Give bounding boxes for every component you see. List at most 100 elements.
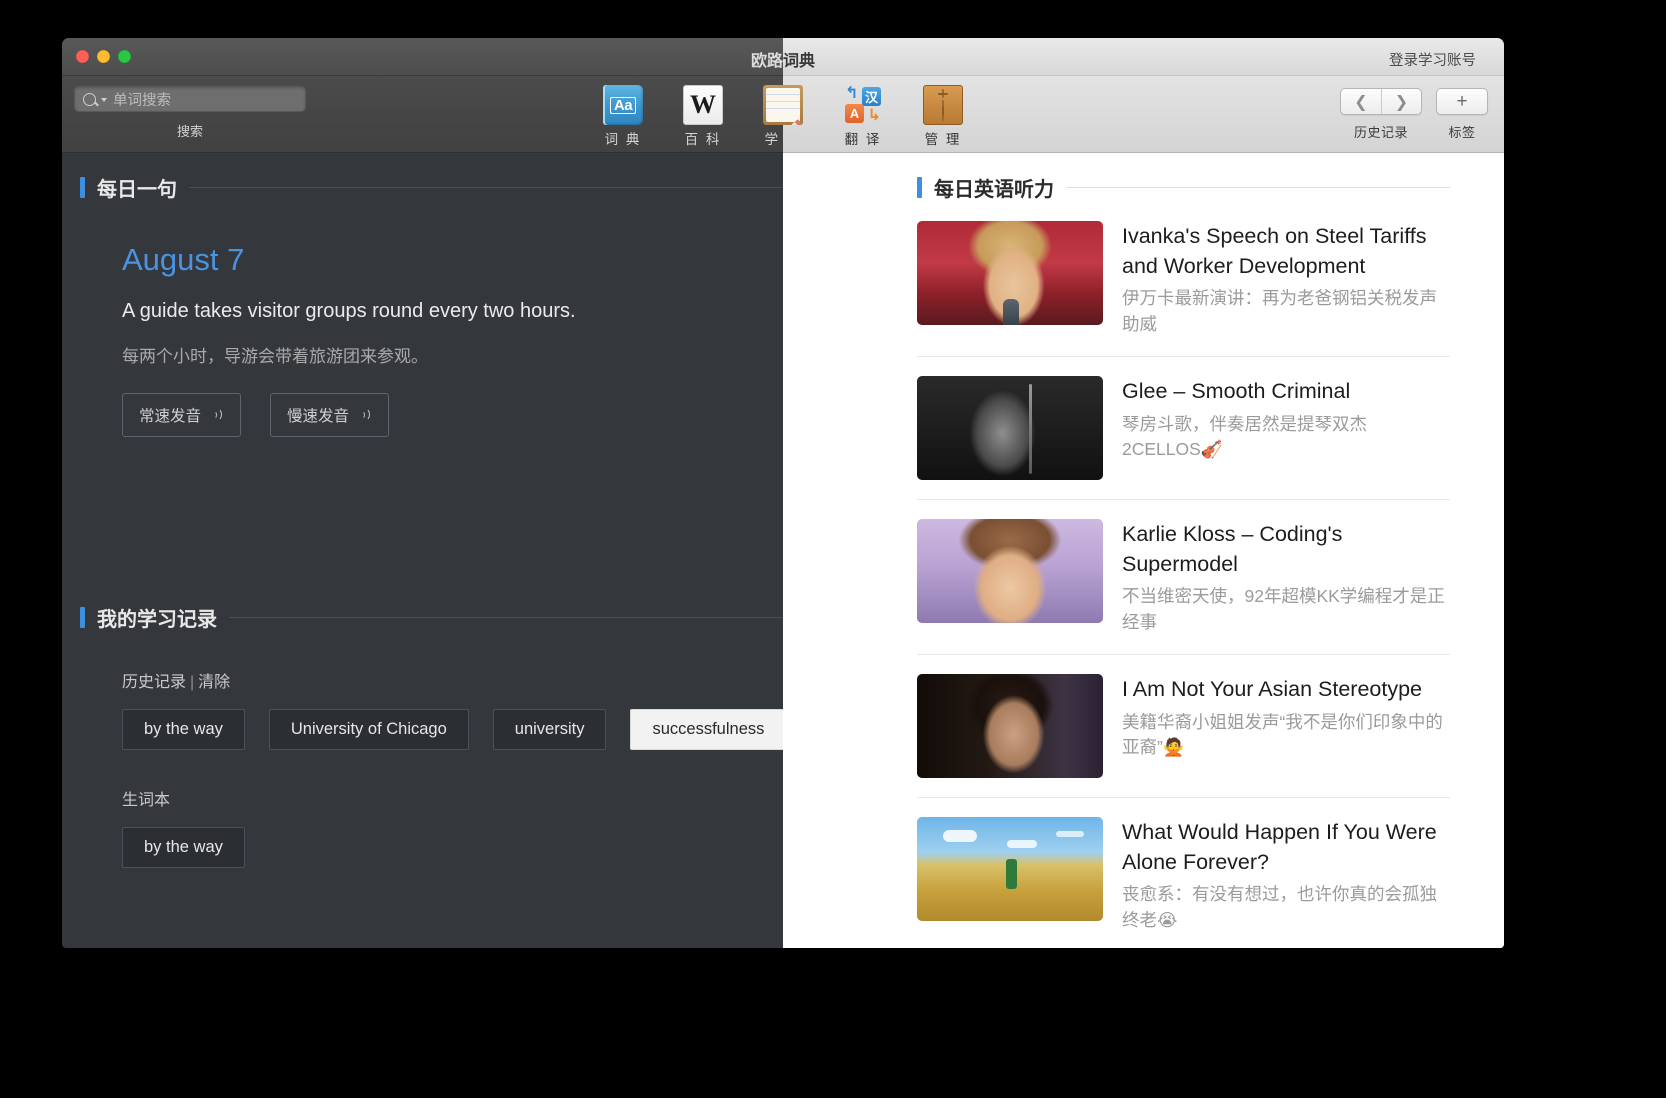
list-item[interactable]: Karlie Kloss – Coding's Supermodel 不当维密天…	[917, 500, 1450, 655]
add-tab-button[interactable]: +	[1436, 88, 1488, 115]
cabinet-drawer-bottom	[942, 100, 944, 121]
search-label: 搜索	[74, 121, 306, 140]
daily-listening-header: 每日英语听力	[917, 173, 1450, 202]
title-bar-dark-region	[62, 38, 783, 76]
search-area: 单词搜索 搜索	[74, 86, 306, 140]
list-item[interactable]: What Would Happen If You Were Alone Fore…	[917, 798, 1450, 948]
chevron-down-icon[interactable]	[101, 98, 107, 102]
slow-speed-label: 慢速发音	[287, 404, 349, 426]
study-records-title: 我的学习记录	[97, 603, 217, 632]
translate-icon: ↰ ↳ A 汉	[843, 85, 883, 125]
tab-label: 标签	[1436, 122, 1488, 141]
listening-thumbnail	[917, 376, 1103, 480]
normal-speed-audio-button[interactable]: 常速发音	[122, 393, 241, 437]
screen: 欧路词典 登录学习账号 单词搜索 搜索 Aa	[0, 0, 1666, 1098]
tab-add-group: + 标签	[1436, 88, 1488, 141]
search-input[interactable]: 单词搜索	[74, 86, 306, 112]
history-tag[interactable]: successfulness	[630, 709, 786, 750]
history-tag[interactable]: by the way	[122, 709, 245, 750]
listening-thumbnail	[917, 817, 1103, 921]
toolbar-item-encyclopedia[interactable]: W 百 科	[674, 85, 732, 148]
history-segmented-control[interactable]: ❮ ❯	[1340, 88, 1422, 115]
section-accent-bar	[80, 177, 85, 198]
history-tag[interactable]: university	[493, 709, 607, 750]
listening-title: I Am Not Your Asian Stereotype	[1122, 675, 1450, 705]
history-nav-group: ❮ ❯ 历史记录	[1340, 88, 1422, 141]
speaker-icon	[358, 408, 372, 422]
daily-sentence-title: 每日一句	[97, 173, 177, 202]
listening-subtitle: 丧愈系：有没有想过，也许你真的会孤独终老😭	[1122, 882, 1450, 933]
wikipedia-icon-glyph: W	[690, 92, 716, 118]
listening-thumbnail	[917, 519, 1103, 623]
file-cabinet-icon	[923, 85, 963, 125]
wikipedia-icon: W	[683, 85, 723, 125]
listening-title: What Would Happen If You Were Alone Fore…	[1122, 818, 1450, 877]
history-tag[interactable]: University of Chicago	[269, 709, 469, 750]
search-icon	[83, 93, 96, 106]
cabinet-drawer-top	[942, 89, 944, 98]
toolbar-main-items: Aa 词 典 W 百 科 学 习	[594, 85, 972, 148]
minimize-button[interactable]	[97, 50, 110, 63]
listening-subtitle: 伊万卡最新演讲：再为老爸钢铝关税发声助威	[1122, 286, 1450, 337]
section-accent-bar	[80, 607, 85, 628]
title-bar: 欧路词典 登录学习账号	[62, 38, 1504, 76]
chevron-left-icon[interactable]: ❮	[1341, 89, 1381, 114]
vocabulary-tag[interactable]: by the way	[122, 827, 245, 868]
toolbar: 单词搜索 搜索 Aa 词 典 W 百 科	[62, 76, 1504, 153]
plus-icon: +	[1456, 91, 1467, 113]
listening-thumbnail	[917, 221, 1103, 325]
section-accent-bar	[917, 177, 922, 198]
normal-speed-label: 常速发音	[139, 404, 201, 426]
listening-text: Karlie Kloss – Coding's Supermodel 不当维密天…	[1122, 519, 1450, 635]
toolbar-item-dictionary-label: 词 典	[594, 128, 652, 148]
toolbar-item-translate-label: 翻 译	[834, 128, 892, 148]
listening-text: Ivanka's Speech on Steel Tariffs and Wor…	[1122, 221, 1450, 337]
toolbar-right-items: ❮ ❯ 历史记录 + 标签	[1340, 88, 1488, 141]
history-nav-label: 历史记录	[1340, 122, 1422, 141]
listening-title: Ivanka's Speech on Steel Tariffs and Wor…	[1122, 222, 1450, 281]
toolbar-item-translate[interactable]: ↰ ↳ A 汉 翻 译	[834, 85, 892, 148]
translate-arrow-left-icon: ↰	[845, 86, 858, 102]
list-item[interactable]: I Am Not Your Asian Stereotype 美籍华裔小姐姐发声…	[917, 655, 1450, 798]
subheading-separator: |	[190, 674, 194, 691]
toolbar-item-encyclopedia-label: 百 科	[674, 128, 732, 148]
toolbar-item-manage-label: 管 理	[914, 128, 972, 148]
listening-text: I Am Not Your Asian Stereotype 美籍华裔小姐姐发声…	[1122, 674, 1450, 778]
section-divider	[1066, 187, 1450, 188]
listening-title: Glee – Smooth Criminal	[1122, 377, 1450, 407]
notepad-paper	[766, 88, 800, 122]
close-button[interactable]	[76, 50, 89, 63]
app-window: 欧路词典 登录学习账号 单词搜索 搜索 Aa	[62, 38, 1504, 948]
list-item[interactable]: Ivanka's Speech on Steel Tariffs and Wor…	[917, 202, 1450, 357]
zoom-button[interactable]	[118, 50, 131, 63]
slow-speed-audio-button[interactable]: 慢速发音	[270, 393, 389, 437]
pencil-icon	[782, 119, 801, 125]
listening-text: Glee – Smooth Criminal 琴房斗歌，伴奏居然是提琴双杰 2C…	[1122, 376, 1450, 480]
content-area: 每日一句 August 7 A guide takes visitor grou…	[62, 153, 1504, 948]
search-placeholder: 单词搜索	[113, 89, 171, 110]
dictionary-book-icon: Aa	[603, 85, 643, 125]
list-item[interactable]: Glee – Smooth Criminal 琴房斗歌，伴奏居然是提琴双杰 2C…	[917, 357, 1450, 500]
chevron-right-icon[interactable]: ❯	[1381, 89, 1421, 114]
listening-title: Karlie Kloss – Coding's Supermodel	[1122, 520, 1450, 579]
listening-thumbnail	[917, 674, 1103, 778]
toolbar-item-study-label: 学 习	[754, 128, 812, 148]
history-link[interactable]: 历史记录	[122, 674, 186, 691]
speaker-icon	[210, 408, 224, 422]
clear-history-link[interactable]: 清除	[198, 674, 230, 691]
translate-arrow-right-icon: ↳	[868, 108, 881, 124]
toolbar-item-dictionary[interactable]: Aa 词 典	[594, 85, 652, 148]
toolbar-item-manage[interactable]: 管 理	[914, 85, 972, 148]
translate-target-letter: 汉	[862, 87, 881, 106]
listening-subtitle: 美籍华裔小姐姐发声“我不是你们印象中的亚裔”🙅	[1122, 710, 1450, 761]
notepad-pencil-icon	[763, 85, 803, 125]
translate-source-letter: A	[845, 104, 864, 123]
listening-subtitle: 琴房斗歌，伴奏居然是提琴双杰 2CELLOS🎻	[1122, 412, 1450, 463]
traffic-lights[interactable]	[76, 50, 131, 63]
listening-subtitle: 不当维密天使，92年超模KK学编程才是正经事	[1122, 584, 1450, 635]
daily-listening-title: 每日英语听力	[934, 173, 1054, 202]
login-account-link[interactable]: 登录学习账号	[1389, 49, 1476, 70]
toolbar-item-study[interactable]: 学 习	[754, 85, 812, 148]
daily-listening-section: 每日英语听力 Ivanka's Speech on Steel Tariffs …	[917, 153, 1468, 948]
listening-text: What Would Happen If You Were Alone Fore…	[1122, 817, 1450, 933]
